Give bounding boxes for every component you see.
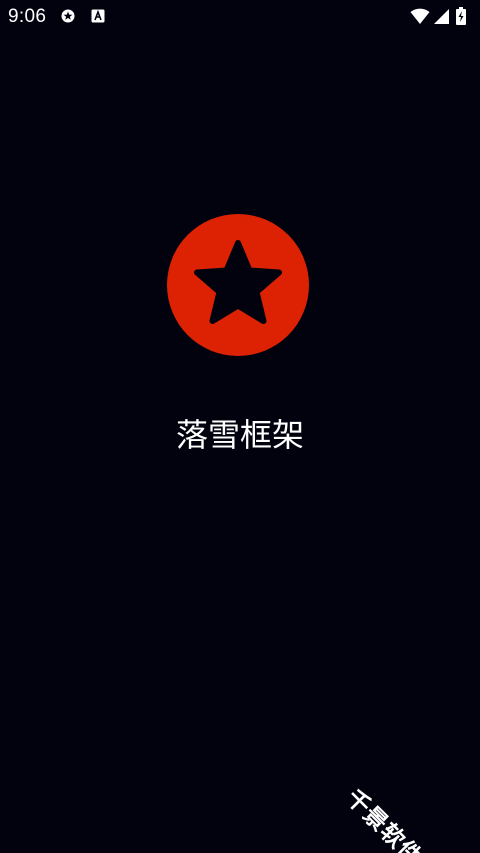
text-a-icon [91,9,105,23]
status-bar: 9:06 [0,0,480,32]
battery-charging-icon [456,7,466,25]
status-icons-right [410,7,474,25]
cellular-signal-icon [434,9,449,24]
app-name: 落雪框架 [175,416,304,454]
wifi-icon [410,8,430,24]
splash-screen: 9:06 落雪框架 千景软件站 [0,0,480,853]
app-star-icon[interactable] [166,213,310,357]
status-time: 9:06 [8,6,47,27]
watermark-text: 千景软件站 [340,784,444,853]
settings-badge-icon [61,9,75,23]
